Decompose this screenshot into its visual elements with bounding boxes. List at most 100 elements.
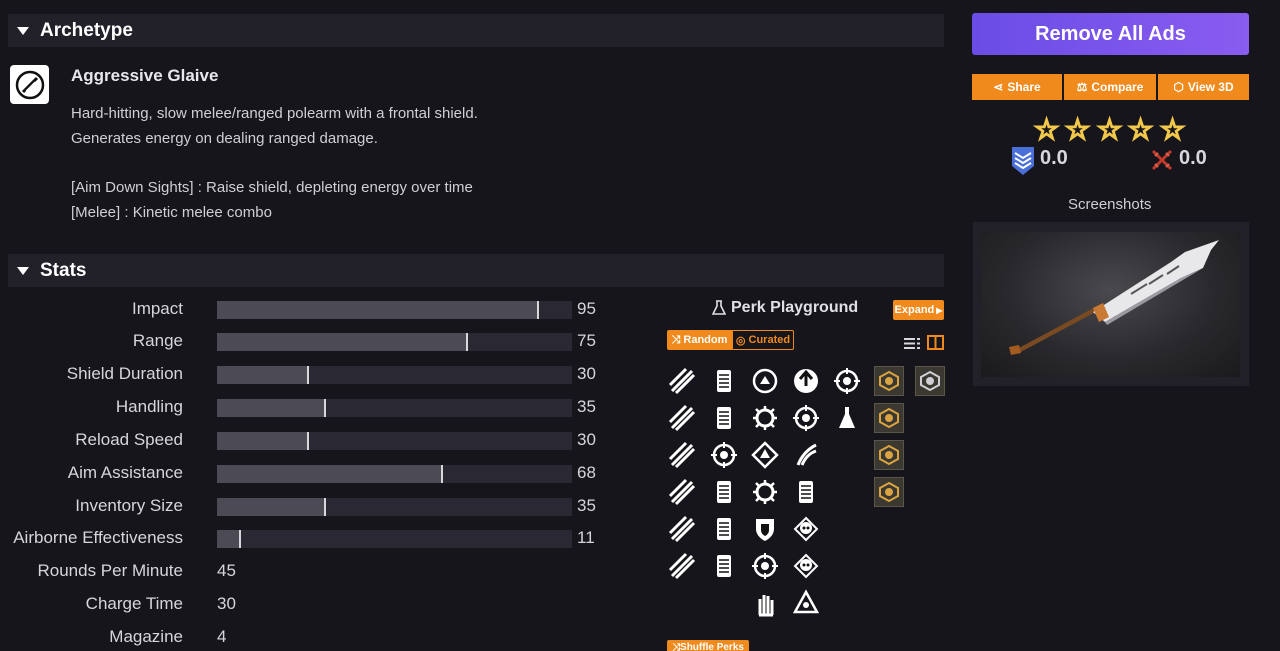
random-label: Random [683,334,728,346]
weapon-screenshot[interactable] [973,222,1249,386]
perk-slash-icon[interactable] [667,403,697,433]
glaive-icon [10,65,49,104]
archetype-desc-line: [Aim Down Sights] : Raise shield, deplet… [71,179,473,196]
mod-slot-icon[interactable] [915,366,945,396]
perk-skull-icon[interactable] [791,514,821,544]
archetype-name: Aggressive Glaive [71,66,219,85]
archetype-desc-line: [Melee] : Kinetic melee combo [71,204,272,221]
perk-shield-icon[interactable] [750,514,780,544]
stat-bar-fill [217,465,444,483]
mod-slot-icon[interactable] [874,366,904,396]
perk-mag-icon[interactable] [709,551,739,581]
perk-mag-icon[interactable] [791,477,821,507]
perk-mag-icon[interactable] [709,403,739,433]
curated-toggle[interactable]: ◎ Curated [732,330,794,350]
star-icon[interactable]: ☆ [1033,113,1060,146]
share-icon: ⋖ [993,80,1004,94]
stat-bar-fill [217,399,327,417]
stat-label: Range [132,331,183,350]
scale-icon: ⚖ [1076,80,1088,94]
random-toggle[interactable]: ⤨ Random [667,330,732,350]
perk-ringFill-icon[interactable] [791,366,821,396]
perk-gear-icon[interactable] [750,477,780,507]
archetype-desc-line: Generates energy on dealing ranged damag… [71,130,378,147]
community-rating-value: 0.0 [1040,147,1068,169]
perk-hand-icon[interactable] [750,588,780,618]
star-icon[interactable]: ☆ [1127,113,1154,146]
remove-ads-button[interactable]: Remove All Ads [972,13,1249,55]
view-3d-button[interactable]: ⬡ View 3D [1158,74,1249,100]
view-3d-label: View 3D [1187,80,1234,94]
perk-slash-icon[interactable] [667,477,697,507]
stat-bar-fill [217,530,242,548]
stat-bar-track [217,333,572,351]
stat-bar-track [217,465,572,483]
stat-bar-fill [217,366,309,384]
expand-label: Expand [894,304,935,316]
perk-target-icon[interactable] [750,551,780,581]
target-icon: ◎ [735,334,746,347]
stat-label: Handling [115,397,183,416]
perk-gear-icon[interactable] [750,403,780,433]
perk-playground-label: Perk Playground [731,299,859,316]
stat-value: 30 [217,594,236,613]
stat-bar-fill [217,333,469,351]
stat-bar-fill [217,301,540,319]
stat-value: 30 [577,430,596,449]
crossed-swords-icon [1150,148,1174,177]
stat-value: 95 [577,299,596,318]
stat-label: Magazine [109,627,183,646]
perk-ring-icon[interactable] [750,366,780,396]
stat-bar-track [217,301,572,319]
archetype-title: Archetype [40,19,133,41]
stat-value: 45 [217,561,236,580]
grid-view-icon[interactable] [927,335,944,355]
perk-claw-icon[interactable] [791,440,821,470]
perk-target-icon[interactable] [709,440,739,470]
stat-value: 35 [577,496,596,515]
perk-target-icon[interactable] [832,366,862,396]
share-button[interactable]: ⋖ Share [972,74,1062,100]
stat-value: 4 [217,627,227,646]
stat-value: 35 [577,397,596,416]
perk-skull-icon[interactable] [791,551,821,581]
glaive-image [1009,240,1219,355]
perk-tri-icon[interactable] [791,588,821,618]
perk-slash-icon[interactable] [667,366,697,396]
perk-mag-icon[interactable] [709,477,739,507]
perk-slash-icon[interactable] [667,551,697,581]
list-view-icon[interactable] [904,337,921,355]
stat-label: Charge Time [85,594,183,613]
shuffle-icon: ⤨ [672,641,681,651]
star-icon[interactable]: ☆ [1096,113,1123,146]
stats-header[interactable]: Stats [8,254,944,287]
expand-button[interactable]: Expand ▶ [893,300,944,320]
perk-slash-icon[interactable] [667,514,697,544]
stats-title: Stats [40,259,87,281]
pvp-rating-value: 0.0 [1179,147,1207,169]
star-icon[interactable]: ☆ [1159,113,1186,146]
star-icon[interactable]: ☆ [1064,113,1091,146]
mod-slot-icon[interactable] [874,477,904,507]
stat-label: Rounds Per Minute [37,561,183,580]
perk-flask-icon[interactable] [832,403,862,433]
stat-bar-fill [217,498,327,516]
cube-icon: ⬡ [1173,80,1184,94]
perk-diamond-icon[interactable] [750,440,780,470]
archetype-header[interactable]: Archetype [8,14,944,47]
stat-bar-track [217,530,572,548]
curated-label: Curated [748,334,791,346]
flask-icon [712,300,726,315]
caret-down-icon [17,26,29,35]
mod-slot-icon[interactable] [874,440,904,470]
chevron-rank-icon [1011,146,1035,181]
perk-slash-icon[interactable] [667,440,697,470]
compare-button[interactable]: ⚖ Compare [1064,74,1156,100]
archetype-desc-line: Hard-hitting, slow melee/ranged polearm … [71,105,478,122]
shuffle-perks-button[interactable]: ⤨ Shuffle Perks [667,640,749,651]
perk-mag-icon[interactable] [709,514,739,544]
stat-label: Aim Assistance [67,463,183,482]
perk-mag-icon[interactable] [709,366,739,396]
mod-slot-icon[interactable] [874,403,904,433]
perk-target-icon[interactable] [791,403,821,433]
